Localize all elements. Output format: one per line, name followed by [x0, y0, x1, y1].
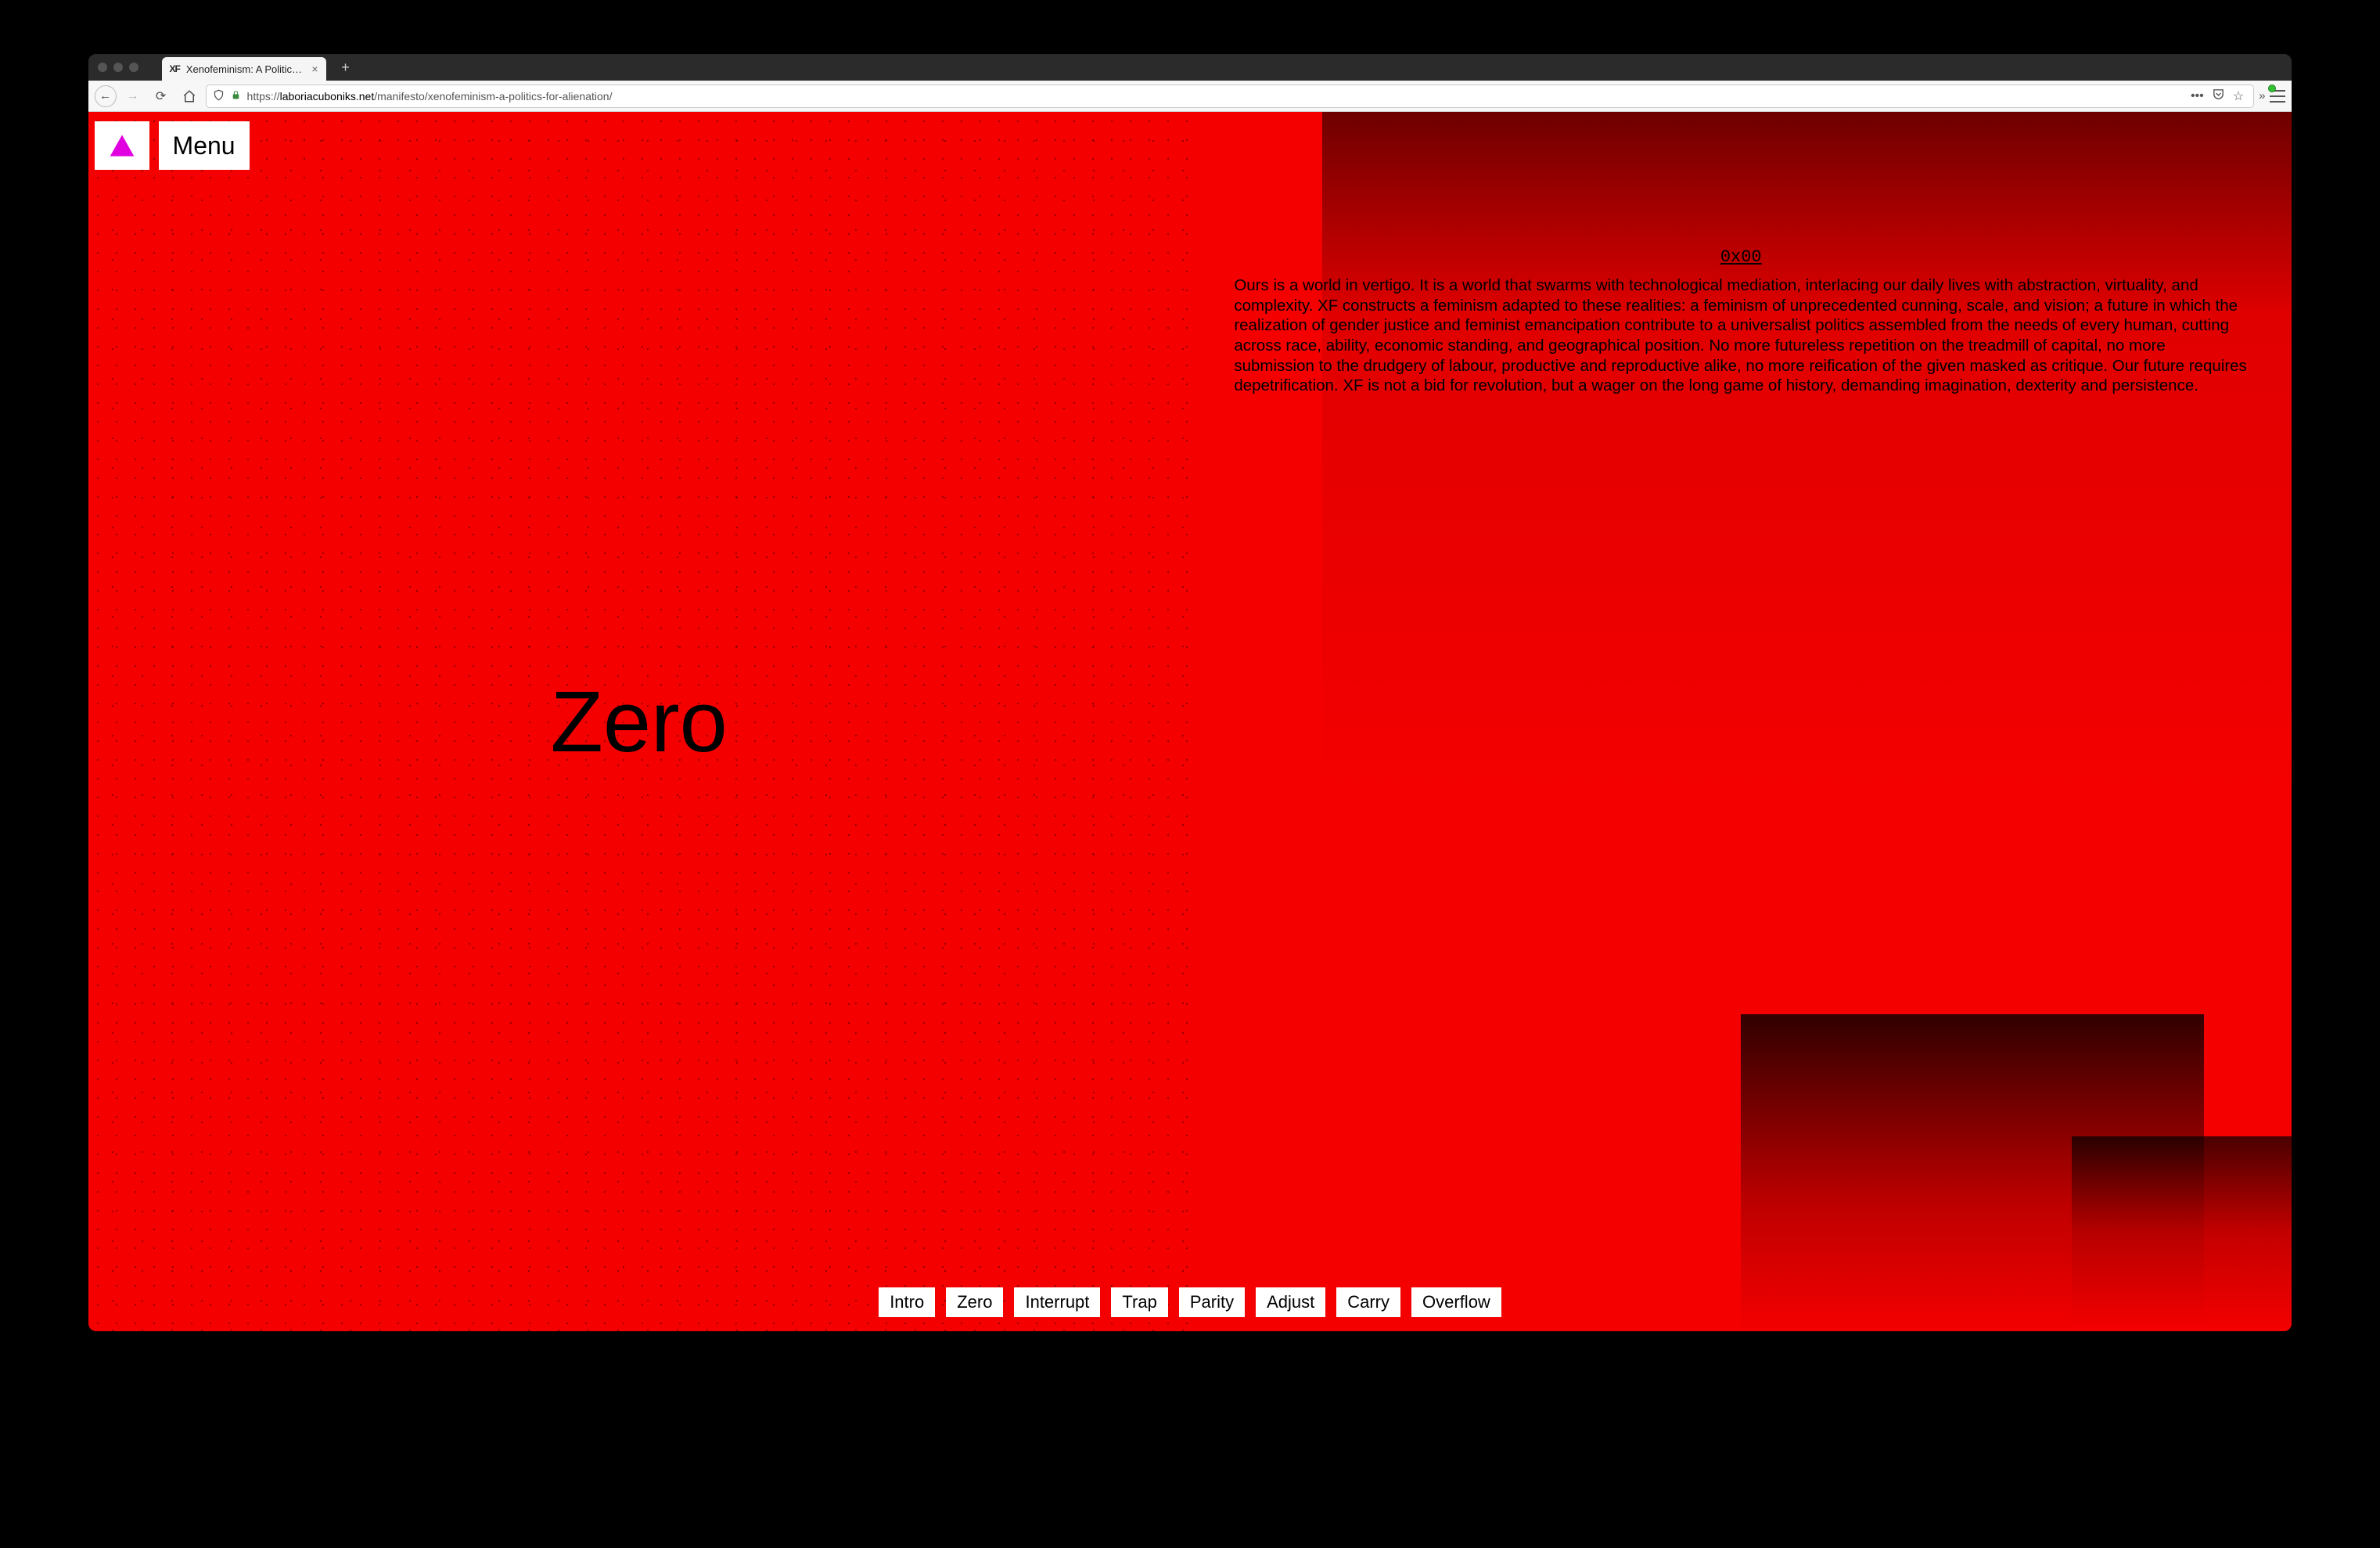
tab-title: Xenofeminism: A Politics for Ali…	[186, 63, 305, 75]
nav-chip-adjust[interactable]: Adjust	[1256, 1287, 1325, 1317]
lock-icon[interactable]	[231, 90, 241, 103]
section-text: Ours is a world in vertigo. It is a worl…	[1234, 275, 2248, 396]
traffic-zoom-icon[interactable]	[129, 63, 138, 72]
nav-chip-overflow[interactable]: Overflow	[1411, 1287, 1501, 1317]
traffic-minimize-icon[interactable]	[113, 63, 123, 72]
section-heading: Zero	[551, 672, 728, 772]
tab-favicon: XF	[170, 63, 180, 74]
nav-chip-intro[interactable]: Intro	[879, 1287, 935, 1317]
overflow-chevrons-icon[interactable]: »	[2259, 89, 2265, 103]
new-tab-button[interactable]: +	[336, 57, 356, 77]
browser-toolbar: ← → ⟳ https://laboriacuboniks.net/manife…	[88, 81, 2292, 112]
nav-chip-trap[interactable]: Trap	[1111, 1287, 1167, 1317]
browser-window: XF Xenofeminism: A Politics for Ali… × +…	[88, 54, 2292, 1331]
browser-tab[interactable]: XF Xenofeminism: A Politics for Ali… ×	[162, 57, 326, 81]
bg-shape	[1322, 112, 2292, 794]
url-bar[interactable]: https://laboriacuboniks.net/manifesto/xe…	[206, 85, 2255, 108]
tab-strip: XF Xenofeminism: A Politics for Ali… × +	[88, 54, 2292, 81]
page-actions-icon[interactable]: •••	[2191, 89, 2204, 103]
nav-chip-carry[interactable]: Carry	[1336, 1287, 1400, 1317]
section-hex-label: 0x00	[1234, 247, 2248, 268]
nav-chip-parity[interactable]: Parity	[1179, 1287, 1245, 1317]
window-traffic-lights[interactable]	[98, 63, 138, 72]
pocket-icon[interactable]	[2212, 88, 2225, 105]
nav-forward-button[interactable]: →	[121, 85, 145, 108]
nav-back-button[interactable]: ←	[95, 85, 117, 107]
section-hero: Zero	[88, 112, 1190, 1331]
section-body: 0x00 Ours is a world in vertigo. It is a…	[1234, 247, 2248, 396]
page-viewport: Menu Zero 0x00 Ours is a world in vertig…	[88, 112, 2292, 1331]
bookmark-star-icon[interactable]: ☆	[2233, 88, 2244, 104]
nav-reload-button[interactable]: ⟳	[149, 85, 173, 108]
traffic-close-icon[interactable]	[98, 63, 107, 72]
triangle-icon	[109, 129, 135, 162]
nav-chip-interrupt[interactable]: Interrupt	[1014, 1287, 1100, 1317]
nav-chip-zero[interactable]: Zero	[946, 1287, 1003, 1317]
menu-button[interactable]: Menu	[159, 121, 250, 170]
tracking-shield-icon[interactable]	[213, 89, 225, 103]
url-text: https://laboriacuboniks.net/manifesto/xe…	[247, 90, 2184, 103]
nav-home-button[interactable]	[178, 85, 201, 108]
section-nav: Intro Zero Interrupt Trap Parity Adjust …	[88, 1287, 2292, 1317]
home-logo-button[interactable]	[95, 121, 149, 170]
tab-close-icon[interactable]: ×	[311, 63, 318, 75]
